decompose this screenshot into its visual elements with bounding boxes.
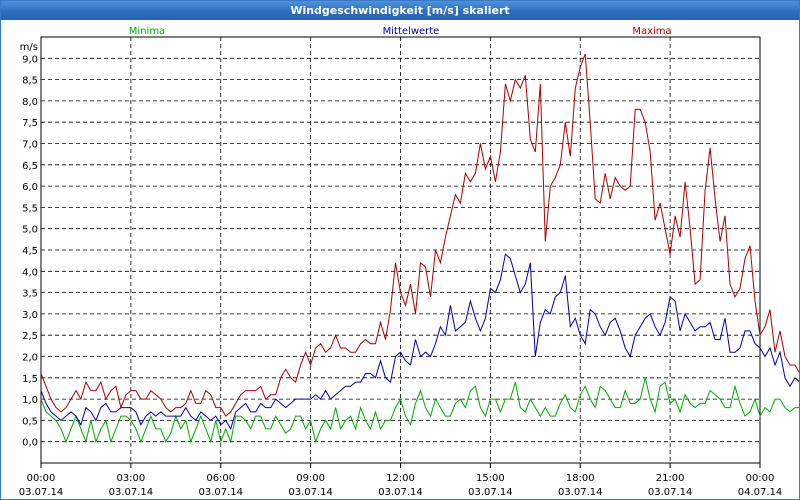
y-tick-label: 7,5	[22, 118, 38, 129]
y-tick-label: 6,0	[22, 182, 38, 193]
x-tick-time: 06:00	[206, 473, 235, 484]
y-tick-label: 0,0	[22, 438, 38, 449]
y-tick-label: 9,0	[22, 54, 38, 65]
y-tick-label: 7,0	[22, 140, 38, 151]
chart-window: Windgeschwindigkeit [m/s] skaliert 0,0 0,…	[0, 0, 800, 500]
y-tick-label: 1,0	[22, 395, 38, 406]
x-tick-date: 03.07.14	[288, 487, 333, 498]
x-tick-time: 00:00	[27, 473, 56, 484]
x-tick-date: 03.07.14	[109, 487, 154, 498]
x-tick-time: 21:00	[656, 473, 685, 484]
x-tick-date: 04.07.14	[738, 487, 783, 498]
x-tick-time: 12:00	[386, 473, 415, 484]
y-tick-label: 4,5	[22, 246, 38, 257]
window-title: Windgeschwindigkeit [m/s] skaliert	[1, 1, 799, 20]
y-tick-label: 8,5	[22, 76, 38, 87]
legend-maxima: Maxima	[632, 26, 671, 37]
y-tick-label: 0,5	[22, 416, 38, 427]
x-tick-date: 03.07.14	[648, 487, 693, 498]
y-tick-label: 8,0	[22, 97, 38, 108]
x-tick-time: 18:00	[566, 473, 595, 484]
legend-mittelwerte: Mittelwerte	[383, 26, 440, 37]
y-tick-label: 2,0	[22, 353, 38, 364]
y-tick-label: 2,5	[22, 331, 38, 342]
y-tick-label: 5,5	[22, 203, 38, 214]
y-tick-label: 1,5	[22, 374, 38, 385]
chart: 0,0 0,5 1,0 1,5 2,0 2,5 3,0 3,5 4,0 4,5 5,0 5,5 6,0 6…	[19, 26, 799, 498]
y-axis-label: m/s	[20, 42, 38, 53]
y-tick-label: 3,5	[22, 289, 38, 300]
x-tick-date: 03.07.14	[378, 487, 423, 498]
y-tick-label: 5,0	[22, 225, 38, 236]
x-tick-date: 03.07.14	[198, 487, 243, 498]
x-tick-time: 15:00	[476, 473, 505, 484]
y-tick-label: 4,0	[22, 267, 38, 278]
x-tick-date: 03.07.14	[558, 487, 603, 498]
x-tick-date: 03.07.14	[19, 487, 64, 498]
x-tick-date: 03.07.14	[468, 487, 513, 498]
x-tick-time: 09:00	[296, 473, 325, 484]
legend-minima: Minima	[129, 26, 165, 37]
x-tick-time: 00:00	[746, 473, 775, 484]
x-tick-time: 03:00	[116, 473, 145, 484]
y-tick-label: 3,0	[22, 310, 38, 321]
y-tick-label: 6,5	[22, 161, 38, 172]
